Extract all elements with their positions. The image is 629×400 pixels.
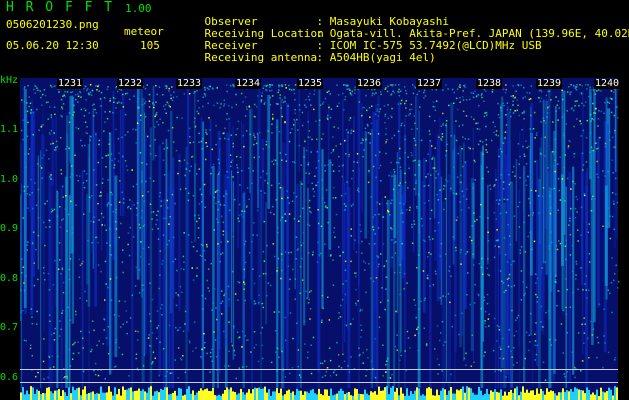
x-tick-label: 1236: [356, 78, 383, 89]
x-tick-label: 1240: [594, 78, 621, 89]
spectrogram-noise: [20, 84, 620, 400]
reference-line-upper: [20, 369, 618, 370]
x-tick-label: 1235: [297, 78, 324, 89]
y-tick-label: 0.9: [0, 223, 19, 234]
x-tick-label: 1232: [117, 78, 144, 89]
x-tick-label: 1234: [235, 78, 262, 89]
y-tick-label: 0.8: [0, 273, 19, 284]
x-tick-label: 1238: [476, 78, 503, 89]
reference-line-lower: [20, 382, 618, 383]
y-tick-label: 0.6: [0, 372, 19, 383]
y-tick-label: 1.1: [0, 124, 19, 135]
x-tick-label: 1233: [176, 78, 203, 89]
y-tick-label: 0.7: [0, 322, 19, 333]
x-tick-label: 1237: [416, 78, 443, 89]
x-tick-label: 1231: [57, 78, 84, 89]
x-tick-label: 1239: [536, 78, 563, 89]
y-axis-unit: kHz: [0, 75, 19, 86]
y-tick-label: 1.0: [0, 174, 19, 185]
